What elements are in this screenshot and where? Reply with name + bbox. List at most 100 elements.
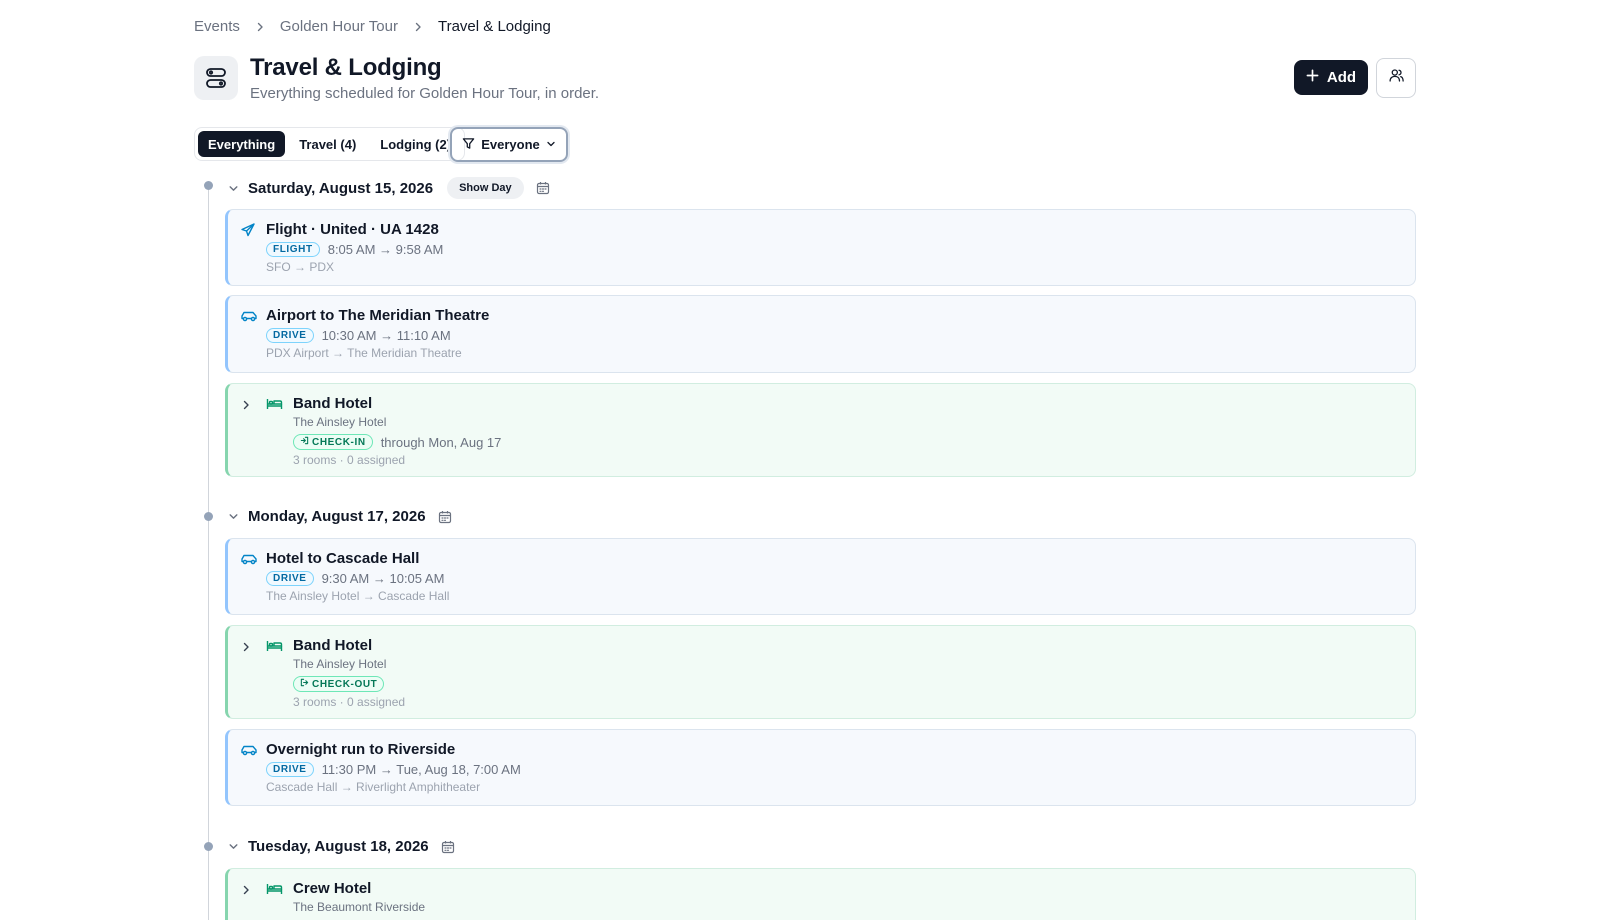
hotel-name: The Ainsley Hotel — [293, 657, 387, 671]
badge-label: CHECK-OUT — [312, 678, 378, 690]
lodging-card-crew-hotel[interactable]: Crew Hotel The Beaumont Riverside — [225, 868, 1416, 920]
breadcrumb-current: Travel & Lodging — [437, 18, 551, 35]
calendar-icon[interactable] — [441, 840, 455, 854]
people-filter-dropdown[interactable]: Everyone — [450, 127, 568, 162]
day-marker — [204, 842, 213, 851]
card-title: Flight · United · UA 1428 — [266, 221, 439, 238]
card-status-line: CHECK-IN through Mon, Aug 17 — [293, 434, 501, 450]
plane-icon — [240, 222, 256, 243]
day-header: Saturday, August 15, 2026 Show Day — [226, 177, 550, 199]
card-title: Band Hotel — [293, 637, 373, 654]
page-title: Travel & Lodging — [250, 54, 442, 81]
tab-everything[interactable]: Everything — [198, 131, 286, 157]
people-button[interactable] — [1376, 58, 1416, 98]
day-marker — [204, 512, 213, 521]
card-body: Band Hotel The Ainsley Hotel CHECK-OUT 3… — [293, 636, 405, 709]
type-badge: FLIGHT — [266, 242, 320, 257]
chevron-right-icon[interactable] — [240, 883, 252, 901]
rooms-summary: 3 rooms · 0 assigned — [293, 453, 406, 467]
chevron-right-icon — [398, 21, 438, 33]
log-out-icon — [300, 678, 309, 690]
card-body: Airport to The Meridian Theatre DRIVE 10… — [266, 306, 489, 360]
travel-card-drive[interactable]: Airport to The Meridian Theatre DRIVE 10… — [225, 295, 1416, 373]
card-title: Crew Hotel — [293, 880, 372, 897]
rooms-summary: 3 rooms · 0 assigned — [293, 695, 406, 709]
card-time-line: DRIVE 11:30 PM → Tue, Aug 18, 7:00 AM — [266, 762, 521, 777]
type-badge: DRIVE — [266, 328, 314, 343]
card-route: Cascade Hall → Riverlight Amphitheater — [266, 780, 481, 794]
travel-card-drive[interactable]: Overnight run to Riverside DRIVE 11:30 P… — [225, 729, 1416, 806]
card-body: Band Hotel The Ainsley Hotel CHECK-IN th… — [293, 394, 501, 467]
timeline-line — [208, 190, 209, 920]
card-route: The Ainsley Hotel → Cascade Hall — [266, 589, 450, 603]
chevron-right-icon — [240, 21, 280, 33]
travel-lodging-page: Events Golden Hour Tour Travel & Lodging… — [194, 0, 1416, 920]
type-badge: DRIVE — [266, 762, 314, 777]
bed-icon — [266, 396, 283, 417]
type-badge: DRIVE — [266, 571, 314, 586]
badge-label: CHECK-IN — [312, 436, 366, 448]
chevron-down-icon[interactable] — [226, 183, 240, 194]
travel-card-drive[interactable]: Hotel to Cascade Hall DRIVE 9:30 AM → 10… — [225, 538, 1416, 615]
breadcrumb: Events Golden Hour Tour Travel & Lodging — [194, 18, 551, 35]
log-in-icon — [300, 436, 309, 448]
tab-lodging[interactable]: Lodging (2) — [370, 131, 461, 157]
check-in-badge: CHECK-IN — [293, 434, 373, 450]
card-body: Flight · United · UA 1428 FLIGHT 8:05 AM… — [266, 220, 443, 274]
bed-icon — [266, 638, 283, 659]
card-title: Overnight run to Riverside — [266, 741, 456, 758]
lodging-card-band-hotel[interactable]: Band Hotel The Ainsley Hotel CHECK-OUT 3… — [225, 625, 1416, 719]
bed-icon — [266, 881, 283, 902]
users-icon — [1388, 67, 1405, 89]
stay-note: through Mon, Aug 17 — [380, 434, 502, 450]
card-status-line: CHECK-OUT — [293, 676, 405, 692]
day-title: Monday, August 17, 2026 — [248, 508, 426, 525]
chevron-right-icon[interactable] — [240, 640, 252, 658]
lodging-card-band-hotel[interactable]: Band Hotel The Ainsley Hotel CHECK-IN th… — [225, 383, 1416, 477]
calendar-icon[interactable] — [438, 510, 452, 524]
view-tabs: Everything Travel (4) Lodging (2) — [194, 127, 466, 161]
tab-travel[interactable]: Travel (4) — [289, 131, 366, 157]
travel-card-flight[interactable]: Flight · United · UA 1428 FLIGHT 8:05 AM… — [225, 209, 1416, 286]
breadcrumb-golden-hour-tour[interactable]: Golden Hour Tour — [280, 18, 398, 35]
day-title: Tuesday, August 18, 2026 — [248, 838, 429, 855]
card-time: 11:30 PM → Tue, Aug 18, 7:00 AM — [321, 762, 521, 777]
hotel-name: The Ainsley Hotel — [293, 415, 387, 429]
card-route: SFO → PDX — [266, 260, 335, 274]
calendar-icon[interactable] — [536, 181, 550, 195]
add-button[interactable]: Add — [1294, 60, 1368, 95]
breadcrumb-events[interactable]: Events — [194, 18, 240, 35]
chevron-down-icon[interactable] — [226, 841, 240, 852]
filter-icon — [462, 137, 475, 153]
card-body: Hotel to Cascade Hall DRIVE 9:30 AM → 10… — [266, 549, 449, 603]
check-out-badge: CHECK-OUT — [293, 676, 385, 692]
day-header: Tuesday, August 18, 2026 — [226, 838, 455, 855]
car-icon — [240, 551, 258, 572]
card-time-line: FLIGHT 8:05 AM → 9:58 AM — [266, 242, 443, 257]
card-body: Overnight run to Riverside DRIVE 11:30 P… — [266, 740, 521, 794]
car-icon — [240, 742, 258, 763]
car-icon — [240, 308, 258, 329]
filter-label: Everyone — [481, 137, 540, 152]
day-marker — [204, 181, 213, 190]
card-time: 8:05 AM → 9:58 AM — [327, 242, 444, 257]
show-day-badge: Show Day — [447, 177, 524, 199]
card-time: 10:30 AM → 11:10 AM — [321, 328, 451, 343]
card-route: PDX Airport → The Meridian Theatre — [266, 346, 462, 360]
route-icon — [194, 56, 238, 100]
chevron-down-icon[interactable] — [226, 511, 240, 522]
card-time-line: DRIVE 10:30 AM → 11:10 AM — [266, 328, 489, 343]
card-body: Crew Hotel The Beaumont Riverside — [293, 879, 425, 914]
plus-icon — [1306, 69, 1319, 86]
add-button-label: Add — [1326, 69, 1357, 86]
card-title: Airport to The Meridian Theatre — [266, 307, 490, 324]
card-title: Hotel to Cascade Hall — [266, 550, 420, 567]
day-title: Saturday, August 15, 2026 — [248, 179, 434, 197]
chevron-down-icon — [546, 137, 556, 152]
card-time: 9:30 AM → 10:05 AM — [321, 571, 445, 586]
card-time-line: DRIVE 9:30 AM → 10:05 AM — [266, 571, 449, 586]
chevron-right-icon[interactable] — [240, 398, 252, 416]
card-title: Band Hotel — [293, 395, 373, 412]
day-header: Monday, August 17, 2026 — [226, 508, 452, 525]
hotel-name: The Beaumont Riverside — [293, 900, 426, 914]
